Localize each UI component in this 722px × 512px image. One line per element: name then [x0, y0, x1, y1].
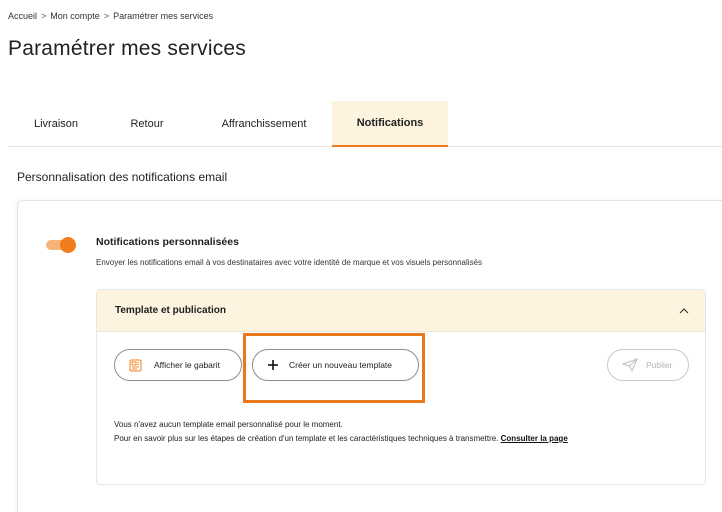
- notifications-title: Notifications personnalisées: [96, 236, 239, 248]
- template-info: Vous n'avez aucun template email personn…: [114, 418, 568, 446]
- send-icon: [622, 358, 638, 372]
- view-template-label: Afficher le gabarit: [154, 360, 220, 370]
- info-line-2: Pour en savoir plus sur les étapes de cr…: [114, 432, 568, 446]
- tab-retour[interactable]: Retour: [118, 101, 176, 147]
- accordion-header[interactable]: Template et publication: [97, 290, 705, 332]
- publish-label: Publier: [646, 360, 673, 370]
- template-icon: [129, 359, 142, 371]
- toggle-knob: [60, 237, 76, 253]
- tab-affranchissement[interactable]: Affranchissement: [204, 101, 324, 147]
- publish-button[interactable]: Publier: [607, 349, 689, 381]
- accordion-title: Template et publication: [115, 305, 226, 316]
- breadcrumb-account[interactable]: Mon compte: [50, 11, 100, 21]
- breadcrumb: Accueil > Mon compte > Paramétrer mes se…: [8, 11, 213, 21]
- breadcrumb-separator: >: [103, 11, 110, 21]
- chevron-up-icon[interactable]: [679, 306, 689, 316]
- view-template-button[interactable]: Afficher le gabarit: [114, 349, 242, 381]
- consult-page-link[interactable]: Consulter la page: [501, 434, 568, 443]
- section-title: Personnalisation des notifications email: [17, 170, 228, 184]
- tab-notifications[interactable]: Notifications: [332, 101, 448, 147]
- highlight-box: [243, 333, 425, 403]
- notifications-toggle[interactable]: [46, 237, 76, 253]
- tab-bar: Livraison Retour Affranchissement Notifi…: [8, 101, 722, 147]
- breadcrumb-home[interactable]: Accueil: [8, 11, 37, 21]
- breadcrumb-current: Paramétrer mes services: [113, 11, 214, 21]
- info-line-1: Vous n'avez aucun template email personn…: [114, 420, 343, 429]
- notifications-description: Envoyer les notifications email à vos de…: [96, 258, 482, 267]
- tab-livraison[interactable]: Livraison: [24, 101, 88, 147]
- info-line-2-text: Pour en savoir plus sur les étapes de cr…: [114, 434, 499, 443]
- breadcrumb-separator: >: [41, 11, 47, 21]
- page-title: Paramétrer mes services: [8, 37, 246, 60]
